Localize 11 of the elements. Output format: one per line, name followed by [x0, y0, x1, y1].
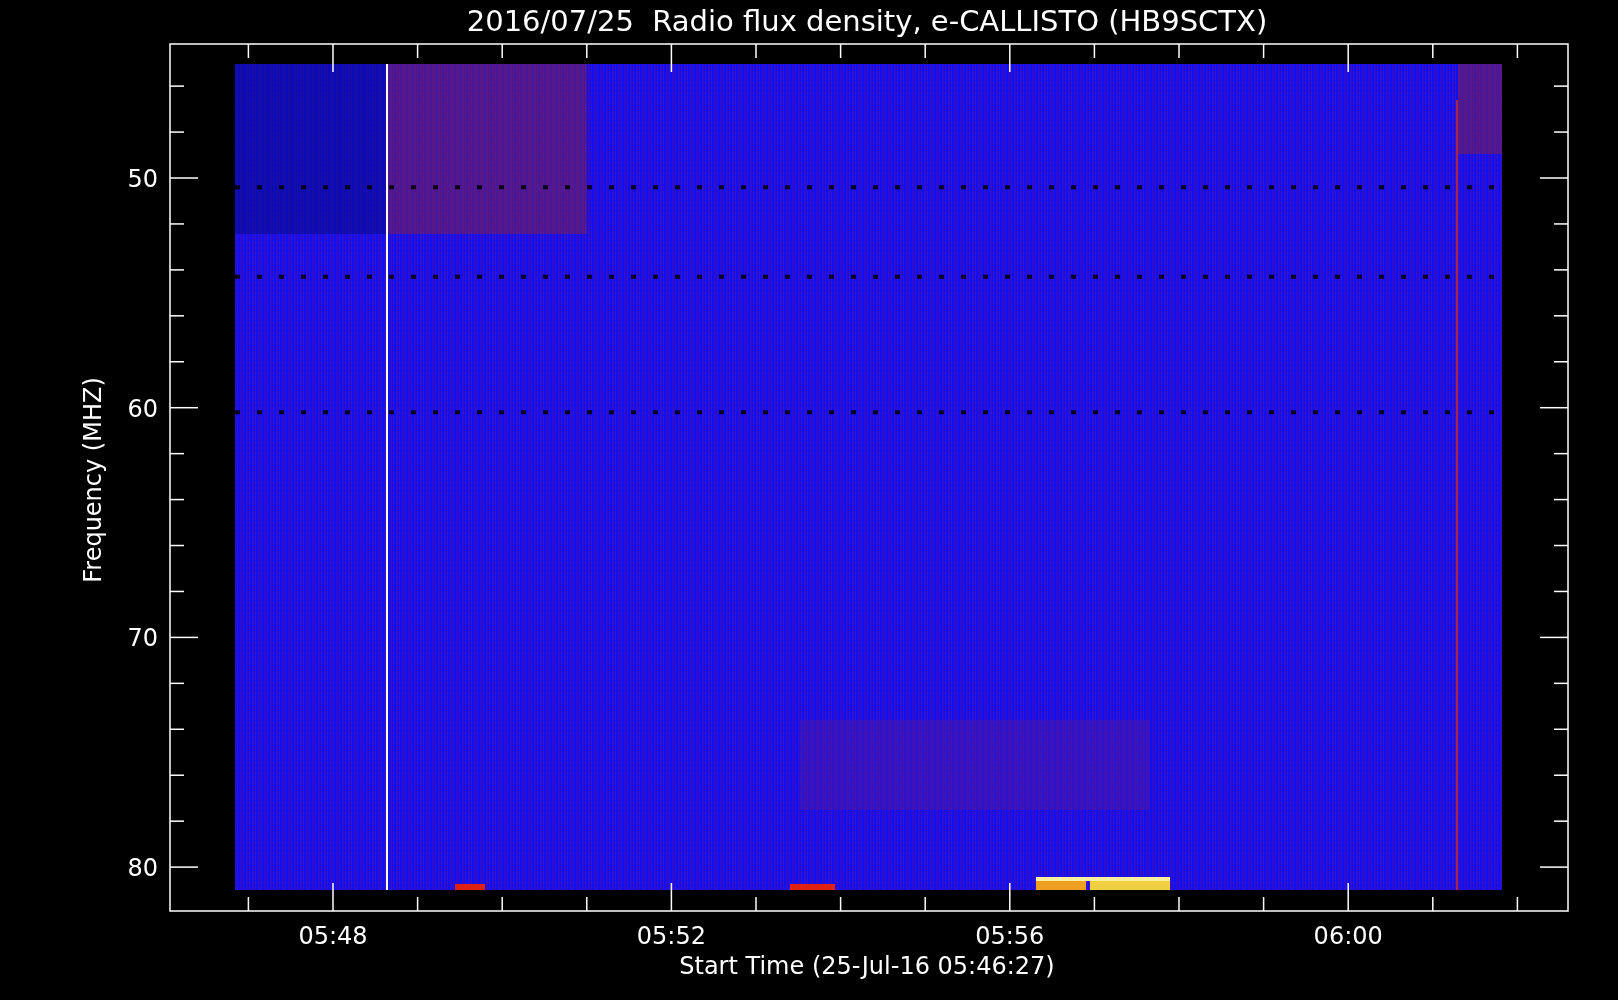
tick-label: 06:00 — [1313, 922, 1383, 950]
tick-label: 05:56 — [975, 922, 1045, 950]
tick-label: 80 — [127, 854, 158, 883]
axis-label: Frequency (MHZ) — [79, 377, 107, 583]
tick-label: 50 — [127, 165, 158, 193]
plot-title: 2016/07/25 Radio flux density, e-CALLISTO (HB9SCTX) — [466, 4, 1268, 38]
tick-label: 05:52 — [636, 922, 706, 950]
tick-label: 05:48 — [298, 922, 368, 950]
axis-label: Start Time (25-Jul-16 05:46:27) — [679, 952, 1055, 980]
tick-label: 70 — [127, 624, 158, 653]
tick-label: 60 — [127, 394, 158, 423]
